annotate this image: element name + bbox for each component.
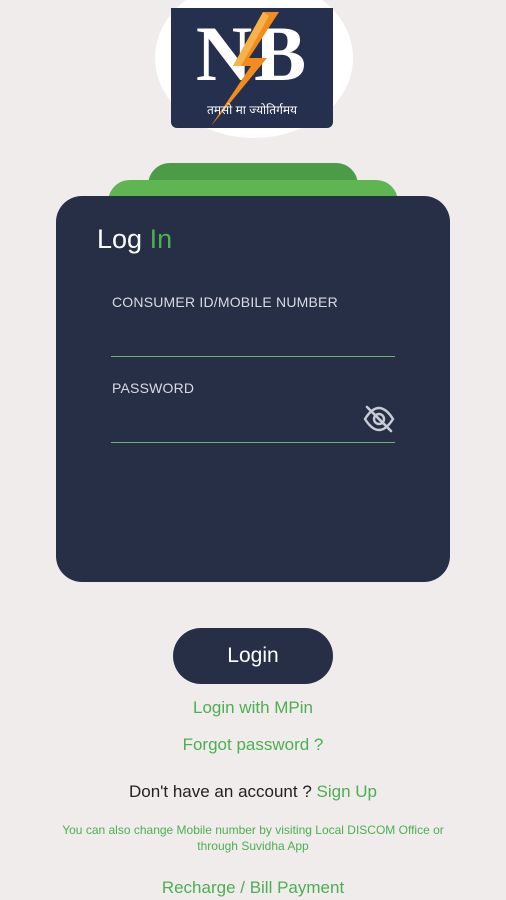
login-card: Log In CONSUMER ID/MOBILE NUMBER PASSWOR… xyxy=(56,196,450,582)
login-title: Log In xyxy=(97,224,172,255)
consumer-id-label: CONSUMER ID/MOBILE NUMBER xyxy=(112,294,338,310)
consumer-id-underline xyxy=(111,356,395,357)
login-title-part2: In xyxy=(149,224,173,254)
sign-up-link[interactable]: Sign Up xyxy=(317,782,377,801)
password-label: PASSWORD xyxy=(112,380,195,396)
logo-tagline: तमसो मा ज्योतिर्गमय xyxy=(207,103,297,117)
signup-row: Don't have an account ? Sign Up xyxy=(0,782,506,802)
login-with-mpin-link[interactable]: Login with MPin xyxy=(0,698,506,718)
consumer-id-input[interactable] xyxy=(111,324,355,352)
no-account-text: Don't have an account ? xyxy=(128,782,312,801)
login-button[interactable]: Login xyxy=(173,628,333,684)
password-underline xyxy=(111,442,395,443)
recharge-bill-payment-link[interactable]: Recharge / Bill Payment xyxy=(0,878,506,898)
mobile-change-note: You can also change Mobile number by vis… xyxy=(62,823,444,853)
eye-slash-icon[interactable] xyxy=(362,404,396,434)
password-input[interactable] xyxy=(111,408,355,436)
nb-logo: NB तमसो मा ज्योतिर्गमय xyxy=(171,8,333,128)
forgot-password-link[interactable]: Forgot password ? xyxy=(0,735,506,755)
login-title-part1: Log xyxy=(97,224,143,254)
